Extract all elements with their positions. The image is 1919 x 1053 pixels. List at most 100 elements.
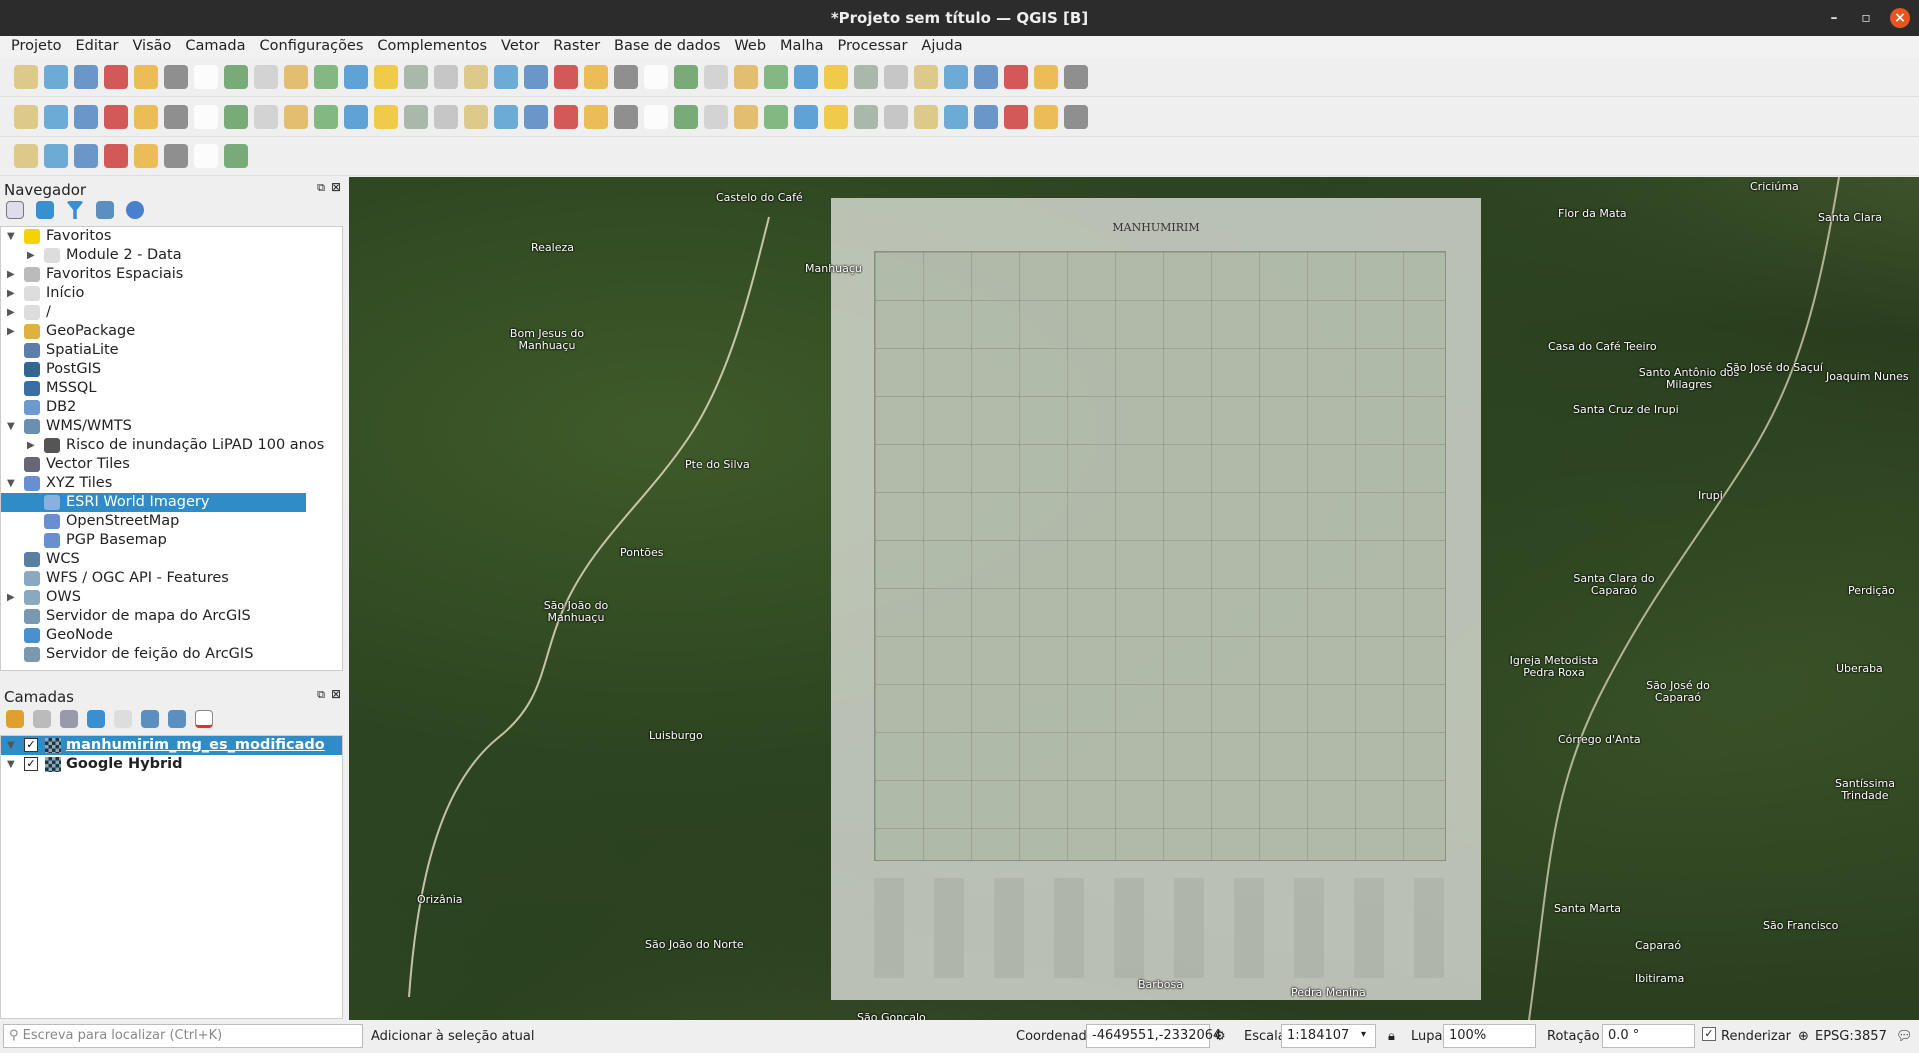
- toolbar-tool-icon[interactable]: [1064, 105, 1088, 129]
- render-checkbox[interactable]: ✓: [1702, 1027, 1716, 1041]
- toolbar-tool-icon[interactable]: [554, 105, 578, 129]
- toolbar-tool-icon[interactable]: [134, 65, 158, 89]
- menu-4[interactable]: Configurações: [253, 36, 371, 58]
- browser-item[interactable]: DB2: [1, 398, 342, 417]
- toolbar-tool-icon[interactable]: [44, 105, 68, 129]
- toolbar-tool-icon[interactable]: [734, 65, 758, 89]
- browser-item[interactable]: WFS / OGC API - Features: [1, 569, 342, 588]
- toolbar-tool-icon[interactable]: [614, 65, 638, 89]
- filter-icon[interactable]: [66, 201, 84, 219]
- toolbar-tool-icon[interactable]: [674, 65, 698, 89]
- collapse-all-icon[interactable]: [96, 201, 114, 219]
- chevron-right-icon[interactable]: ▶: [7, 322, 19, 341]
- crs-button[interactable]: EPSG:3857: [1815, 1029, 1887, 1044]
- chevron-down-icon[interactable]: ▼: [7, 755, 19, 774]
- chevron-right-icon[interactable]: ▶: [7, 284, 19, 303]
- toolbar-tool-icon[interactable]: [494, 65, 518, 89]
- toolbar-tool-icon[interactable]: [944, 105, 968, 129]
- filter-icon[interactable]: [87, 710, 105, 728]
- browser-item[interactable]: MSSQL: [1, 379, 342, 398]
- add-group-icon[interactable]: [33, 710, 51, 728]
- toolbar-tool-icon[interactable]: [284, 105, 308, 129]
- menu-0[interactable]: Projeto: [4, 36, 69, 58]
- remove-layer-icon[interactable]: [195, 710, 213, 728]
- toolbar-tool-icon[interactable]: [464, 65, 488, 89]
- toolbar-tool-icon[interactable]: [194, 105, 218, 129]
- map-canvas[interactable]: MANHUMIRIM Castelo do Café Realeza Manhuaç…: [349, 177, 1919, 1020]
- toolbar-tool-icon[interactable]: [1034, 105, 1058, 129]
- toolbar-tool-icon[interactable]: [794, 65, 818, 89]
- chevron-right-icon[interactable]: ▶: [7, 265, 19, 284]
- toolbar-tool-icon[interactable]: [224, 65, 248, 89]
- toolbar-tool-icon[interactable]: [884, 65, 908, 89]
- browser-item[interactable]: ▶ Início: [1, 284, 342, 303]
- rotation-field[interactable]: 0.0 °: [1602, 1024, 1695, 1048]
- browser-item[interactable]: ▼ WMS/WMTS: [1, 417, 342, 436]
- toolbar-tool-icon[interactable]: [374, 105, 398, 129]
- toolbar-tool-icon[interactable]: [1064, 65, 1088, 89]
- magnifier-field[interactable]: 100%: [1443, 1024, 1536, 1048]
- lock-icon[interactable]: 🔒︎: [1388, 1029, 1395, 1044]
- toolbar-tool-icon[interactable]: [434, 65, 458, 89]
- browser-item[interactable]: ▶ /: [1, 303, 342, 322]
- info-icon[interactable]: [126, 201, 144, 219]
- coordinate-toggle-icon[interactable]: ⚙: [1214, 1029, 1226, 1044]
- toolbar-tool-icon[interactable]: [74, 65, 98, 89]
- browser-item[interactable]: ▶ Favoritos Espaciais: [1, 265, 342, 284]
- toolbar-tool-icon[interactable]: [134, 144, 158, 168]
- style-icon[interactable]: [6, 710, 24, 728]
- chevron-right-icon[interactable]: ▶: [7, 588, 19, 607]
- toolbar-tool-icon[interactable]: [194, 65, 218, 89]
- menu-9[interactable]: Web: [727, 36, 773, 58]
- toolbar-tool-icon[interactable]: [914, 105, 938, 129]
- toolbar-tool-icon[interactable]: [974, 65, 998, 89]
- browser-item[interactable]: ▶ OWS: [1, 588, 342, 607]
- toolbar-tool-icon[interactable]: [134, 105, 158, 129]
- menu-5[interactable]: Complementos: [370, 36, 494, 58]
- browser-item[interactable]: ESRI World Imagery: [1, 493, 306, 512]
- toolbar-tool-icon[interactable]: [374, 65, 398, 89]
- toolbar-tool-icon[interactable]: [44, 144, 68, 168]
- toolbar-tool-icon[interactable]: [284, 65, 308, 89]
- toolbar-tool-icon[interactable]: [224, 105, 248, 129]
- close-panel-icon[interactable]: ⊠: [331, 687, 341, 701]
- menu-3[interactable]: Camada: [178, 36, 252, 58]
- browser-item[interactable]: Vector Tiles: [1, 455, 342, 474]
- toolbar-tool-icon[interactable]: [14, 144, 38, 168]
- layer-visibility-checkbox[interactable]: ✓: [24, 757, 38, 771]
- toolbar-tool-icon[interactable]: [524, 65, 548, 89]
- toolbar-tool-icon[interactable]: [974, 105, 998, 129]
- close-panel-icon[interactable]: ⊠: [331, 180, 341, 194]
- toolbar-tool-icon[interactable]: [704, 105, 728, 129]
- toolbar-tool-icon[interactable]: [254, 65, 278, 89]
- chevron-down-icon[interactable]: ▼: [7, 736, 19, 755]
- toolbar-tool-icon[interactable]: [44, 65, 68, 89]
- browser-item[interactable]: Servidor de feição do ArcGIS: [1, 645, 342, 664]
- chevron-down-icon[interactable]: ▼: [7, 417, 19, 436]
- toolbar-tool-icon[interactable]: [104, 105, 128, 129]
- toolbar-tool-icon[interactable]: [884, 105, 908, 129]
- browser-item[interactable]: ▶ Risco de inundação LiPAD 100 anos: [1, 436, 342, 455]
- toolbar-tool-icon[interactable]: [164, 144, 188, 168]
- browser-item[interactable]: ▶ GeoPackage: [1, 322, 342, 341]
- toolbar-tool-icon[interactable]: [434, 105, 458, 129]
- toolbar-tool-icon[interactable]: [1004, 105, 1028, 129]
- locator-search-input[interactable]: ⚲ Escreva para localizar (Ctrl+K): [3, 1024, 363, 1048]
- chevron-down-icon[interactable]: ▼: [7, 227, 19, 246]
- browser-item[interactable]: ▼ XYZ Tiles: [1, 474, 342, 493]
- chevron-down-icon[interactable]: ▼: [7, 474, 19, 493]
- browser-item[interactable]: WCS: [1, 550, 342, 569]
- menu-2[interactable]: Visão: [125, 36, 178, 58]
- add-selected-icon[interactable]: [6, 201, 24, 219]
- layer-visibility-checkbox[interactable]: ✓: [24, 738, 38, 752]
- toolbar-tool-icon[interactable]: [914, 65, 938, 89]
- toolbar-tool-icon[interactable]: [344, 105, 368, 129]
- toolbar-tool-icon[interactable]: [824, 65, 848, 89]
- refresh-icon[interactable]: [36, 201, 54, 219]
- toolbar-tool-icon[interactable]: [224, 144, 248, 168]
- chevron-down-icon[interactable]: ▾: [1361, 1029, 1366, 1040]
- toolbar-tool-icon[interactable]: [644, 105, 668, 129]
- toolbar-tool-icon[interactable]: [14, 65, 38, 89]
- toolbar-tool-icon[interactable]: [584, 105, 608, 129]
- expand-all-icon[interactable]: [141, 710, 159, 728]
